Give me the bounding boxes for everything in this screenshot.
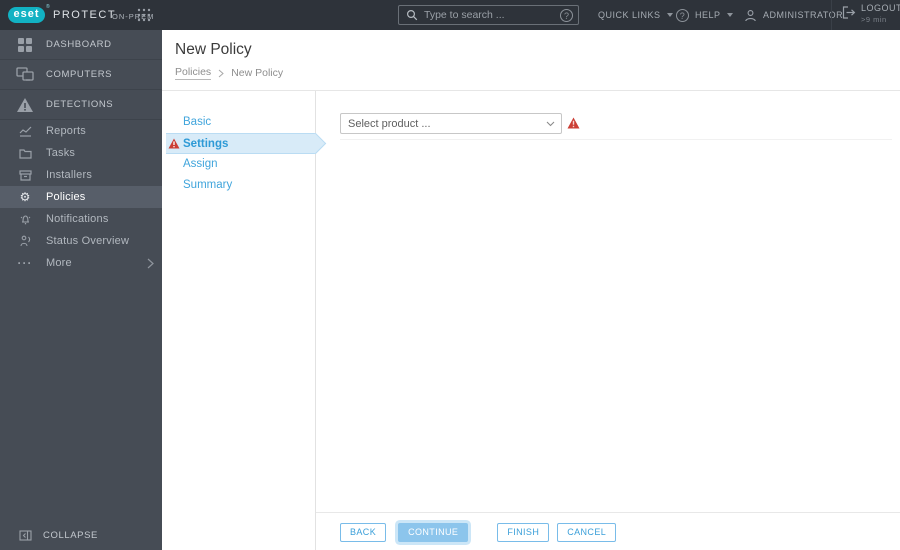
chevron-down-icon: [546, 121, 555, 127]
help-menu[interactable]: HELP: [676, 0, 733, 30]
product-select-dropdown[interactable]: Select product ...: [340, 113, 562, 134]
status-overview-icon: [13, 235, 37, 247]
sidebar-item-label: Tasks: [46, 147, 76, 159]
sidebar-item-detections[interactable]: DETECTIONS: [0, 90, 162, 120]
sidebar-item-label: More: [46, 257, 72, 269]
search-icon: [406, 9, 418, 21]
product-select-value: Select product ...: [348, 117, 431, 130]
finish-button[interactable]: FINISH: [497, 523, 550, 542]
step-label: Assign: [183, 158, 218, 170]
chevron-right-icon: [147, 258, 154, 269]
caret-down-icon: [726, 13, 733, 17]
wizard-step-settings[interactable]: Settings: [166, 133, 316, 154]
wizard-step-basic[interactable]: Basic: [166, 112, 316, 133]
sidebar-item-status-overview[interactable]: Status Overview: [0, 230, 162, 252]
more-ellipsis-icon: [13, 256, 37, 270]
sidebar-item-computers[interactable]: COMPUTERS: [0, 60, 162, 90]
wizard-steps: Basic Settings Assign Summary: [166, 112, 316, 196]
search-input[interactable]: [424, 9, 544, 21]
header-divider: [162, 90, 900, 91]
sidebar-item-label: Reports: [46, 125, 86, 137]
collapse-label: COLLAPSE: [43, 529, 98, 541]
sidebar: DASHBOARD COMPUTERS DETECTIONS Reports T…: [0, 30, 162, 550]
quick-links-label: QUICK LINKS: [598, 10, 661, 20]
help-label: HELP: [695, 10, 721, 20]
detections-icon: [13, 97, 37, 113]
wizard-step-summary[interactable]: Summary: [166, 175, 316, 196]
computers-icon: [13, 67, 37, 82]
step-label: Settings: [183, 138, 229, 150]
page-title: New Policy: [175, 41, 252, 58]
sidebar-item-policies[interactable]: Policies: [0, 186, 162, 208]
user-menu[interactable]: ADMINISTRATOR: [744, 0, 843, 30]
continue-button[interactable]: CONTINUE: [398, 523, 469, 542]
logout-button[interactable]: LOGOUT >9 min: [842, 3, 900, 27]
sidebar-item-notifications[interactable]: Notifications: [0, 208, 162, 230]
topbar-divider: [831, 0, 832, 30]
sidebar-item-label: Installers: [46, 169, 93, 181]
step-label: Summary: [183, 179, 233, 191]
registered-mark: ®: [46, 4, 50, 10]
search-box[interactable]: [398, 5, 579, 25]
sidebar-item-installers[interactable]: Installers: [0, 164, 162, 186]
back-button[interactable]: BACK: [340, 523, 387, 542]
breadcrumb-current: New Policy: [231, 67, 284, 79]
installers-icon: [13, 169, 37, 181]
logout-timer: >9 min: [861, 15, 887, 24]
warning-triangle-icon: [168, 138, 180, 149]
sidebar-item-label: DETECTIONS: [46, 99, 114, 110]
help-circle-icon: [676, 8, 689, 22]
collapse-button[interactable]: COLLAPSE: [0, 522, 162, 548]
warning-triangle-icon: [567, 117, 580, 129]
step-label: Basic: [183, 116, 212, 128]
main-panel: New Policy Policies New Policy Basic Set…: [162, 30, 900, 550]
logout-icon: [842, 6, 856, 19]
wizard-footer: BACK CONTINUE FINISH CANCEL: [316, 512, 900, 550]
wizard-step-assign[interactable]: Assign: [166, 154, 316, 175]
policies-gear-icon: [13, 190, 37, 204]
logout-label: LOGOUT: [861, 3, 900, 13]
tasks-icon: [13, 148, 37, 159]
breadcrumb: Policies New Policy: [175, 66, 283, 80]
cancel-button[interactable]: CANCEL: [557, 523, 617, 542]
top-bar: eset ® PROTECT ON-PREM QUICK LINKS HELP …: [0, 0, 900, 30]
sidebar-item-label: Policies: [46, 191, 86, 203]
sidebar-item-label: COMPUTERS: [46, 69, 113, 80]
user-icon: [744, 9, 757, 22]
dashboard-icon: [13, 37, 37, 53]
product-name: PROTECT: [53, 9, 117, 21]
caret-down-icon: [666, 13, 673, 17]
quick-links-menu[interactable]: QUICK LINKS: [598, 0, 673, 30]
eset-logo[interactable]: eset: [8, 7, 45, 23]
sidebar-item-more[interactable]: More: [0, 252, 162, 274]
reports-icon: [13, 125, 37, 137]
search-help-icon[interactable]: [560, 9, 573, 22]
apps-grid-icon[interactable]: [137, 8, 151, 22]
notifications-bell-icon: [13, 213, 37, 225]
sidebar-item-label: DASHBOARD: [46, 39, 112, 50]
sidebar-item-tasks[interactable]: Tasks: [0, 142, 162, 164]
sidebar-item-dashboard[interactable]: DASHBOARD: [0, 30, 162, 60]
breadcrumb-chevron-icon: [218, 69, 224, 78]
content-divider: [340, 139, 892, 140]
sidebar-item-label: Notifications: [46, 213, 109, 225]
sidebar-item-label: Status Overview: [46, 235, 130, 247]
collapse-icon: [17, 529, 33, 541]
sidebar-item-reports[interactable]: Reports: [0, 120, 162, 142]
breadcrumb-policies-link[interactable]: Policies: [175, 66, 212, 80]
